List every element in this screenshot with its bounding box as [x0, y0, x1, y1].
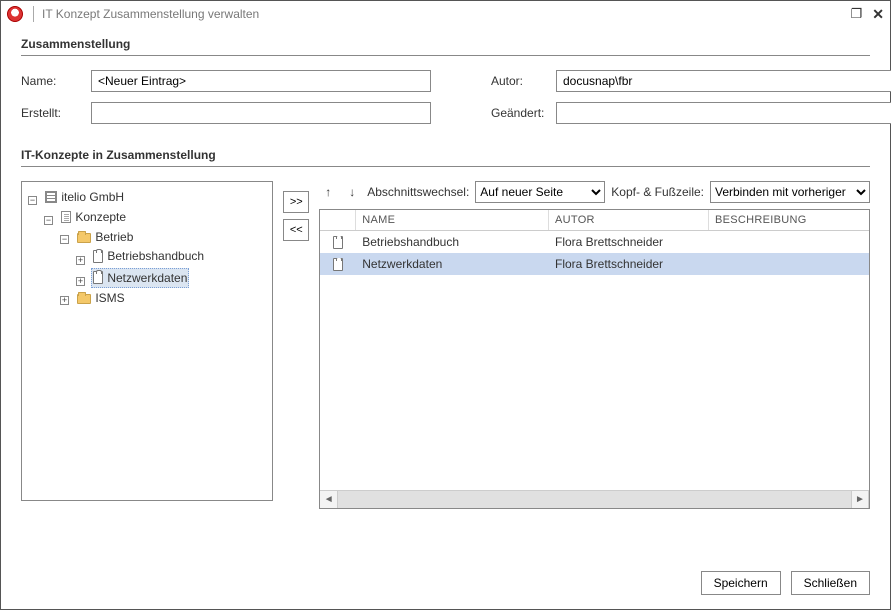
section-break-label: Abschnittswechsel:	[367, 185, 469, 199]
concept-tree[interactable]: − itelio GmbH − Konzepte	[21, 181, 273, 501]
table-toolbar: ↑ ↓ Abschnittswechsel: Auf neuer Seite K…	[319, 181, 870, 203]
section-compilation-header: Zusammenstellung	[21, 37, 870, 56]
concepts-table: NAME AUTOR BESCHREIBUNG Betriebshandbuch…	[319, 209, 870, 509]
tree-node-isms[interactable]: ISMS	[75, 289, 126, 307]
document-icon	[61, 211, 71, 223]
scroll-right-icon[interactable]: ►	[851, 491, 869, 508]
tree-label: ISMS	[95, 289, 124, 307]
tree-node-netz[interactable]: Netzwerkdaten	[91, 268, 189, 288]
tree-label: Betrieb	[95, 228, 133, 246]
name-label: Name:	[21, 74, 91, 88]
move-up-icon[interactable]: ↑	[319, 183, 337, 201]
window-title: IT Konzept Zusammenstellung verwalten	[42, 7, 851, 21]
cell-name: Betriebshandbuch	[356, 235, 549, 249]
modified-input[interactable]	[556, 102, 891, 124]
created-input[interactable]	[91, 102, 431, 124]
col-desc[interactable]: BESCHREIBUNG	[709, 210, 869, 230]
close-button[interactable]: Schließen	[791, 571, 870, 595]
folder-icon	[77, 233, 91, 243]
form-grid: Name: Autor: Erstellt: Geändert:	[21, 70, 870, 124]
tree-node-handbuch[interactable]: Betriebshandbuch	[91, 247, 206, 265]
header-footer-select[interactable]: Verbinden mit vorheriger	[710, 181, 870, 203]
tree-node-concepts[interactable]: Konzepte	[59, 208, 128, 226]
clipboard-icon	[93, 250, 103, 263]
table-body: BetriebshandbuchFlora BrettschneiderNetz…	[320, 231, 869, 490]
close-icon[interactable]: ✕	[872, 6, 884, 23]
tree-node-betrieb[interactable]: Betrieb	[75, 228, 135, 246]
building-icon	[45, 191, 57, 203]
cell-name: Netzwerkdaten	[356, 257, 549, 271]
title-divider	[33, 6, 34, 22]
save-button[interactable]: Speichern	[701, 571, 781, 595]
author-input[interactable]	[556, 70, 891, 92]
folder-icon	[77, 294, 91, 304]
section-break-select[interactable]: Auf neuer Seite	[475, 181, 605, 203]
header-footer-label: Kopf- & Fußzeile:	[611, 185, 704, 199]
clipboard-icon	[333, 258, 343, 271]
tree-toggle[interactable]: −	[28, 196, 37, 205]
app-icon	[7, 6, 23, 22]
table-row[interactable]: BetriebshandbuchFlora Brettschneider	[320, 231, 869, 253]
modified-label: Geändert:	[491, 106, 556, 120]
table-row[interactable]: NetzwerkdatenFlora Brettschneider	[320, 253, 869, 275]
created-label: Erstellt:	[21, 106, 91, 120]
table-header: NAME AUTOR BESCHREIBUNG	[320, 210, 869, 231]
col-author[interactable]: AUTOR	[549, 210, 709, 230]
clipboard-icon	[93, 271, 103, 284]
tree-toggle[interactable]: +	[60, 296, 69, 305]
cell-author: Flora Brettschneider	[549, 235, 709, 249]
col-name[interactable]: NAME	[356, 210, 549, 230]
titlebar: IT Konzept Zusammenstellung verwalten ❐ …	[1, 1, 890, 27]
tree-toggle[interactable]: +	[76, 277, 85, 286]
tree-label: Netzwerkdaten	[107, 269, 187, 287]
tree-label: Betriebshandbuch	[107, 247, 204, 265]
cell-author: Flora Brettschneider	[549, 257, 709, 271]
remove-button[interactable]: <<	[283, 219, 309, 241]
scroll-left-icon[interactable]: ◄	[320, 491, 338, 508]
tree-toggle[interactable]: −	[60, 235, 69, 244]
maximize-icon[interactable]: ❐	[851, 6, 863, 23]
scroll-track[interactable]	[338, 491, 851, 508]
horizontal-scrollbar[interactable]: ◄ ►	[320, 490, 869, 508]
tree-toggle[interactable]: −	[44, 216, 53, 225]
tree-label: itelio GmbH	[61, 188, 124, 206]
clipboard-icon	[333, 236, 343, 249]
add-button[interactable]: >>	[283, 191, 309, 213]
tree-label: Konzepte	[75, 208, 126, 226]
tree-node-root[interactable]: itelio GmbH	[43, 188, 126, 206]
section-concepts-header: IT-Konzepte in Zusammenstellung	[21, 148, 870, 167]
author-label: Autor:	[491, 74, 556, 88]
tree-toggle[interactable]: +	[76, 256, 85, 265]
move-down-icon[interactable]: ↓	[343, 183, 361, 201]
name-input[interactable]	[91, 70, 431, 92]
